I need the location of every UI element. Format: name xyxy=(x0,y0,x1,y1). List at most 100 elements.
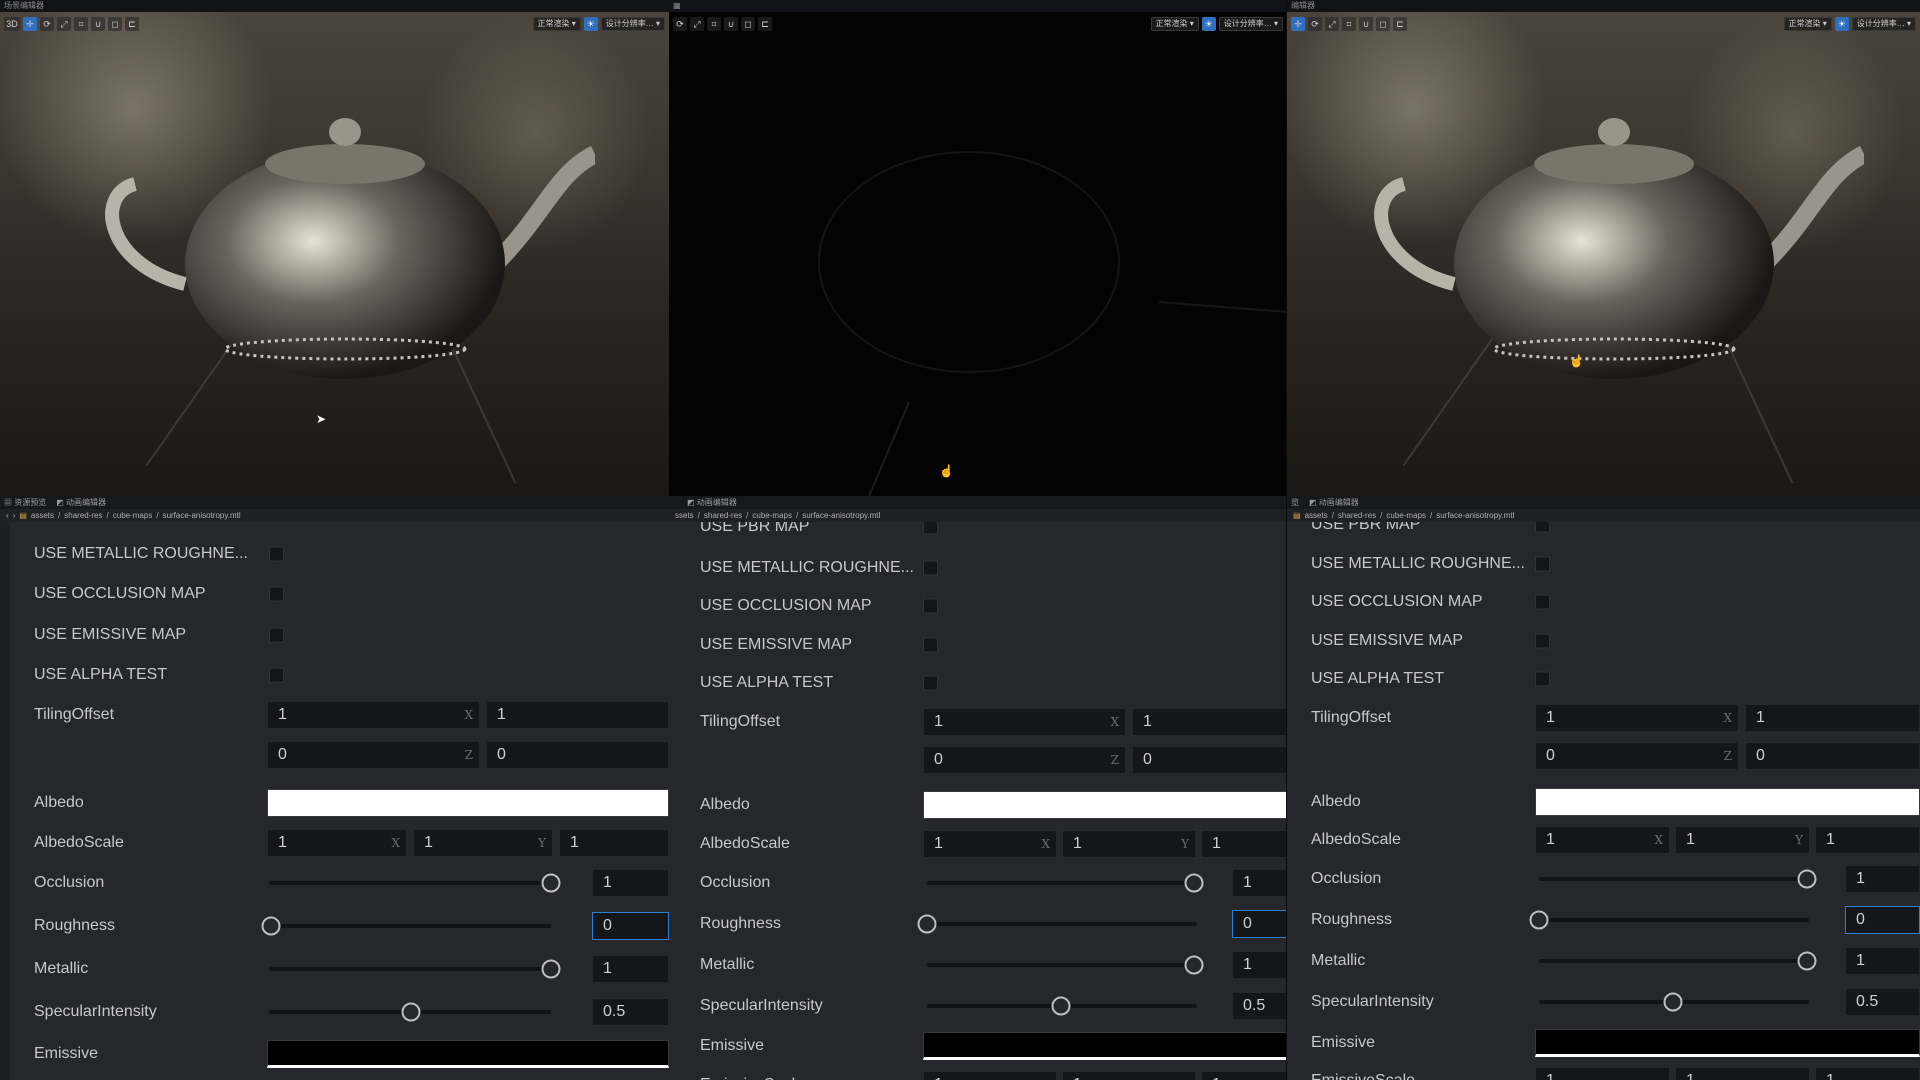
scale-icon[interactable]: ⤢ xyxy=(57,17,71,31)
tiling-w-field[interactable]: 0 xyxy=(486,741,669,769)
mode-3d-button[interactable]: 3D xyxy=(4,17,20,31)
breadcrumb-item[interactable]: surface-anisotropy.mtl xyxy=(163,511,241,520)
pivot-icon[interactable]: ◻ xyxy=(1376,17,1390,31)
tiling-y-field[interactable]: 1 xyxy=(1745,704,1920,732)
rect-icon[interactable]: ⌗ xyxy=(707,17,721,31)
tab-animation-editor[interactable]: ◩ 动画编辑器 xyxy=(687,497,737,508)
specular-slider-knob[interactable] xyxy=(1663,992,1683,1012)
emissive-color-swatch[interactable] xyxy=(267,1040,669,1068)
checkbox[interactable] xyxy=(923,637,938,653)
rotate-icon[interactable]: ⟳ xyxy=(1308,17,1322,31)
tab-preview[interactable]: 览 xyxy=(1291,497,1299,508)
checkbox[interactable] xyxy=(1535,633,1550,649)
checkbox[interactable] xyxy=(1535,671,1550,687)
albedo-scale-y-field[interactable]: 1Y xyxy=(1675,826,1810,854)
emissive-scale-x-field[interactable]: 1 xyxy=(1535,1067,1670,1080)
breadcrumb-item[interactable]: surface-anisotropy.mtl xyxy=(802,511,880,520)
occlusion-slider-knob[interactable] xyxy=(1797,869,1817,889)
scale-icon[interactable]: ⤢ xyxy=(1325,17,1339,31)
occlusion-slider-track[interactable] xyxy=(927,881,1197,885)
emissive-scale-y-field[interactable]: 1 xyxy=(1062,1071,1196,1080)
local-icon[interactable]: ⊏ xyxy=(758,17,772,31)
metallic-slider-track[interactable] xyxy=(1539,959,1809,963)
roughness-field[interactable]: 0 xyxy=(1845,906,1920,934)
breadcrumb-item[interactable]: surface-anisotropy.mtl xyxy=(1436,511,1514,520)
metallic-slider-track[interactable] xyxy=(269,967,551,971)
albedo-scale-y-field[interactable]: 1Y xyxy=(413,829,553,857)
move-icon[interactable]: ✛ xyxy=(1291,17,1305,31)
pivot-icon[interactable]: ◻ xyxy=(108,17,122,31)
checkbox[interactable] xyxy=(1535,594,1550,610)
tiling-x-field[interactable]: 1X xyxy=(1535,704,1739,732)
occlusion-field[interactable]: 1 xyxy=(1845,865,1920,893)
local-icon[interactable]: ⊏ xyxy=(125,17,139,31)
occlusion-slider-track[interactable] xyxy=(1539,877,1809,881)
breadcrumb-item[interactable]: shared-res xyxy=(64,511,102,520)
tiling-z-field[interactable]: 0Z xyxy=(1535,742,1739,770)
pivot-icon[interactable]: ◻ xyxy=(741,17,755,31)
specular-field[interactable]: 0.5 xyxy=(592,998,669,1026)
breadcrumb-item[interactable]: shared-res xyxy=(704,511,742,520)
albedo-scale-z-field[interactable]: 1 xyxy=(1815,826,1920,854)
albedo-scale-x-field[interactable]: 1X xyxy=(267,829,407,857)
specular-slider-knob[interactable] xyxy=(1051,996,1071,1016)
metallic-field[interactable]: 1 xyxy=(1232,951,1287,979)
scene-viewport[interactable]: ⟳ ⤢ ⌗ ∪ ◻ ⊏ 正常渲染 ▾ ☀ 设计分辨率… ▾ ☝ xyxy=(669,12,1287,496)
breadcrumb-item[interactable]: assets xyxy=(31,511,54,520)
albedo-scale-z-field[interactable]: 1 xyxy=(1201,830,1287,858)
emissive-scale-z-field[interactable]: 1 xyxy=(1201,1071,1287,1080)
albedo-color-swatch[interactable] xyxy=(1535,788,1920,816)
tiling-y-field[interactable]: 1 xyxy=(1132,708,1287,736)
albedo-scale-y-field[interactable]: 1Y xyxy=(1062,830,1196,858)
checkbox[interactable] xyxy=(269,667,284,683)
checkbox[interactable] xyxy=(923,675,938,691)
metallic-slider-knob[interactable] xyxy=(1797,951,1817,971)
teapot-model[interactable] xyxy=(1344,94,1864,394)
emissive-scale-y-field[interactable]: 1 xyxy=(1675,1067,1810,1080)
rotate-icon[interactable]: ⟳ xyxy=(673,17,687,31)
roughness-slider-knob[interactable] xyxy=(261,916,281,936)
back-icon[interactable]: ‹ xyxy=(6,511,9,520)
roughness-slider-knob[interactable] xyxy=(917,914,937,934)
checkbox[interactable] xyxy=(923,560,938,576)
checkbox[interactable] xyxy=(269,586,284,602)
render-mode-select[interactable]: 正常渲染 ▾ xyxy=(532,17,581,31)
occlusion-slider-knob[interactable] xyxy=(541,873,561,893)
forward-icon[interactable]: › xyxy=(13,511,16,520)
resolution-select[interactable]: 设计分辨率… ▾ xyxy=(1851,17,1916,31)
tiling-z-field[interactable]: 0Z xyxy=(923,746,1126,774)
anchor-icon[interactable]: ∪ xyxy=(91,17,105,31)
move-icon[interactable]: ✛ xyxy=(23,17,37,31)
tiling-z-field[interactable]: 0Z xyxy=(267,741,480,769)
specular-field[interactable]: 0.5 xyxy=(1232,992,1287,1020)
breadcrumb-item[interactable]: cube-maps xyxy=(752,511,792,520)
metallic-slider-track[interactable] xyxy=(927,963,1197,967)
render-mode-select[interactable]: 正常渲染 ▾ xyxy=(1783,17,1832,31)
specular-field[interactable]: 0.5 xyxy=(1845,988,1920,1016)
breadcrumb-item[interactable]: cube-maps xyxy=(113,511,153,520)
rect-icon[interactable]: ⌗ xyxy=(74,17,88,31)
specular-slider-knob[interactable] xyxy=(401,1002,421,1022)
checkbox[interactable] xyxy=(1535,522,1550,533)
breadcrumb-item[interactable]: ssets xyxy=(675,511,694,520)
roughness-slider-knob[interactable] xyxy=(1529,910,1549,930)
roughness-field[interactable]: 0 xyxy=(592,912,669,940)
roughness-slider-track[interactable] xyxy=(269,924,551,928)
tiling-x-field[interactable]: 1X xyxy=(923,708,1126,736)
breadcrumb-item[interactable]: shared-res xyxy=(1338,511,1376,520)
rotate-icon[interactable]: ⟳ xyxy=(40,17,54,31)
albedo-scale-x-field[interactable]: 1X xyxy=(923,830,1057,858)
albedo-color-swatch[interactable] xyxy=(267,789,669,817)
emissive-color-swatch[interactable] xyxy=(1535,1029,1920,1057)
render-mode-select[interactable]: 正常渲染 ▾ xyxy=(1150,17,1199,31)
albedo-scale-x-field[interactable]: 1X xyxy=(1535,826,1670,854)
occlusion-field[interactable]: 1 xyxy=(1232,869,1287,897)
local-icon[interactable]: ⊏ xyxy=(1393,17,1407,31)
checkbox[interactable] xyxy=(269,546,284,562)
tiling-y-field[interactable]: 1 xyxy=(486,701,669,729)
scale-icon[interactable]: ⤢ xyxy=(690,17,704,31)
resolution-select[interactable]: 设计分辨率… ▾ xyxy=(600,17,665,31)
anchor-icon[interactable]: ∪ xyxy=(724,17,738,31)
occlusion-slider-knob[interactable] xyxy=(1184,873,1204,893)
metallic-slider-knob[interactable] xyxy=(541,959,561,979)
